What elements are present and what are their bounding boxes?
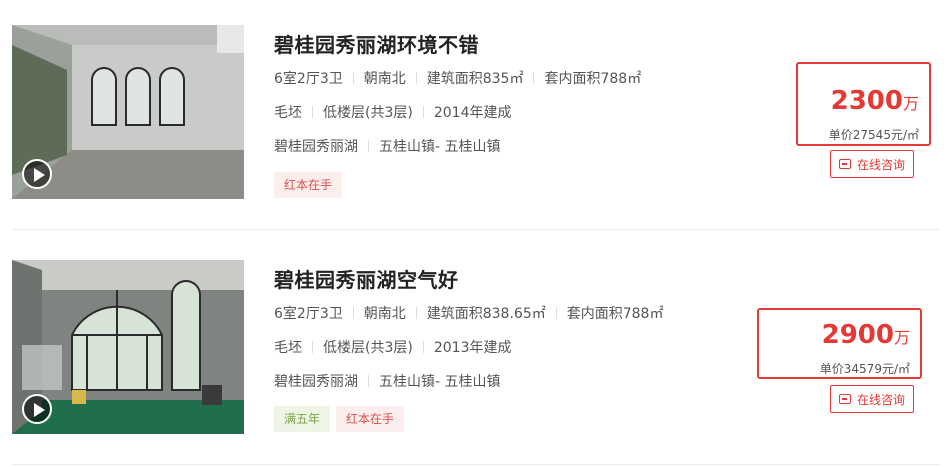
orientation-text: 朝南北 <box>363 306 406 322</box>
separator <box>415 307 417 319</box>
community-link[interactable]: 碧桂园秀丽湖 <box>274 139 358 155</box>
listing-location: 碧桂园秀丽湖 五桂山镇- 五桂山镇 <box>274 136 501 156</box>
separator <box>533 72 535 84</box>
chat-icon <box>839 159 851 169</box>
decoration-text: 毛坯 <box>274 105 302 121</box>
total-price-number: 2300 <box>830 86 903 116</box>
online-consult-button[interactable]: 在线咨询 <box>830 150 915 178</box>
listing-card[interactable]: 碧桂园秀丽湖环境不错 6室2厅3卫 朝南北 建筑面积835㎡ 套内面积788㎡ 毛坯 低… <box>0 0 949 230</box>
year-text: 2014年建成 <box>433 105 512 121</box>
unit-price: 单价27545元/㎡ <box>828 128 919 142</box>
separator <box>312 106 313 118</box>
separator <box>312 341 313 353</box>
listing-photo[interactable] <box>12 260 244 434</box>
total-price-number: 2900 <box>821 320 894 350</box>
tag-badge: 红本在手 <box>336 406 405 432</box>
play-video-icon[interactable] <box>22 394 52 424</box>
listing-photo[interactable] <box>12 25 244 199</box>
inner-area-text: 套内面积788㎡ <box>566 306 664 322</box>
online-consult-button[interactable]: 在线咨询 <box>830 385 915 413</box>
orientation-text: 朝南北 <box>363 71 406 87</box>
play-video-icon[interactable] <box>22 159 52 189</box>
listing-specs: 6室2厅3卫 朝南北 建筑面积838.65㎡ 套内面积788㎡ <box>274 303 663 323</box>
decoration-text: 毛坯 <box>274 340 302 356</box>
build-area-text: 建筑面积838.65㎡ <box>426 306 546 322</box>
total-price: 2900万 <box>822 320 910 350</box>
separator <box>422 106 424 118</box>
tag-badge: 满五年 <box>274 406 331 432</box>
floor-text: 低楼层(共3层) <box>323 105 413 121</box>
year-text: 2013年建成 <box>433 340 512 356</box>
listing-details: 毛坯 低楼层(共3层) 2013年建成 <box>274 337 511 357</box>
listing-tags: 红本在手 <box>274 172 348 198</box>
listing-divider <box>12 464 940 465</box>
separator <box>352 72 354 84</box>
tag-badge: 红本在手 <box>274 172 343 198</box>
total-price-unit: 万 <box>893 328 910 347</box>
total-price-unit: 万 <box>902 94 919 113</box>
unit-price: 单价34579元/㎡ <box>819 362 910 376</box>
build-area-text: 建筑面积835㎡ <box>426 71 524 87</box>
separator <box>368 140 369 152</box>
floor-text: 低楼层(共3层) <box>323 340 413 356</box>
total-price: 2300万 <box>831 86 919 116</box>
price-box: 2900万 单价34579元/㎡ <box>757 308 922 379</box>
separator <box>415 72 417 84</box>
inner-area-text: 套内面积788㎡ <box>544 71 642 87</box>
listing-card[interactable]: 碧桂园秀丽湖空气好 6室2厅3卫 朝南北 建筑面积838.65㎡ 套内面积788㎡ 毛… <box>0 230 949 467</box>
separator <box>368 375 369 387</box>
listing-title[interactable]: 碧桂园秀丽湖空气好 <box>274 264 459 293</box>
separator <box>422 341 424 353</box>
listing-location: 碧桂园秀丽湖 五桂山镇- 五桂山镇 <box>274 371 501 391</box>
listing-tags: 满五年 红本在手 <box>274 406 410 432</box>
layout-text: 6室2厅3卫 <box>274 306 343 322</box>
district-link[interactable]: 五桂山镇- 五桂山镇 <box>379 139 501 155</box>
listing-specs: 6室2厅3卫 朝南北 建筑面积835㎡ 套内面积788㎡ <box>274 68 641 88</box>
separator <box>555 307 557 319</box>
consult-label: 在线咨询 <box>857 158 906 172</box>
layout-text: 6室2厅3卫 <box>274 71 343 87</box>
chat-icon <box>839 394 851 404</box>
community-link[interactable]: 碧桂园秀丽湖 <box>274 374 358 390</box>
price-box: 2300万 单价27545元/㎡ <box>796 62 931 146</box>
consult-label: 在线咨询 <box>857 393 906 407</box>
listing-title[interactable]: 碧桂园秀丽湖环境不错 <box>274 29 479 58</box>
separator <box>352 307 354 319</box>
district-link[interactable]: 五桂山镇- 五桂山镇 <box>379 374 501 390</box>
listing-details: 毛坯 低楼层(共3层) 2014年建成 <box>274 102 511 122</box>
